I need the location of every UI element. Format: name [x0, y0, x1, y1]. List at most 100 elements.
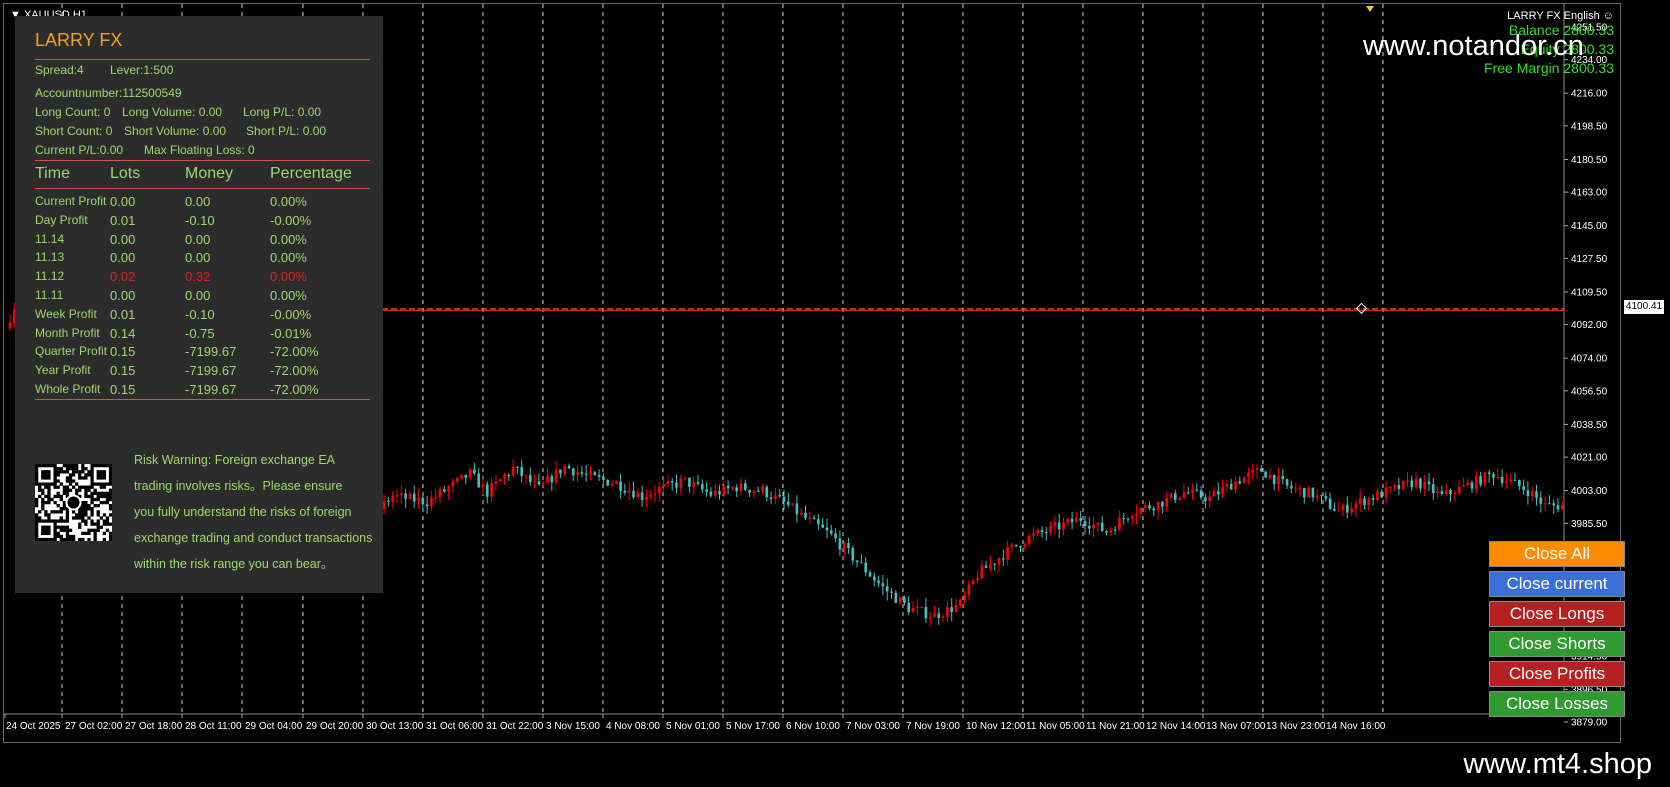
candle-body — [709, 491, 713, 496]
candle-body — [589, 472, 592, 475]
risk-line: you fully understand the risks of foreig… — [134, 505, 352, 519]
table-cell-pct: -0.00% — [270, 306, 312, 322]
candle-body — [567, 465, 571, 469]
candle-body — [941, 616, 945, 619]
candle-body — [1002, 558, 1005, 560]
risk-line: trading involves risks。Please ensure — [134, 479, 343, 493]
candle-body — [1109, 529, 1113, 533]
close-losses-button[interactable]: Close Losses — [1489, 691, 1625, 717]
candle-body — [1371, 497, 1375, 500]
divider — [35, 160, 370, 161]
candle-body — [460, 474, 463, 479]
candle-body — [1199, 490, 1203, 498]
candle-body — [636, 492, 640, 498]
candle-body — [1496, 476, 1500, 478]
table-cell-time: Week Profit — [35, 306, 97, 321]
candle-body — [421, 497, 425, 505]
table-cell-lots: 0.00 — [110, 288, 136, 303]
candle-body — [443, 489, 446, 492]
candle-body — [1049, 525, 1052, 533]
candle-body — [1552, 503, 1555, 506]
candle-body — [1045, 532, 1048, 534]
current-pl-label: Current P/L:0.00 — [35, 143, 124, 157]
table-cell-money: -7199.67 — [185, 344, 237, 360]
candle-body — [1229, 483, 1233, 490]
candle-body — [1333, 508, 1336, 511]
candle-body — [1096, 522, 1100, 525]
candle-body — [1217, 491, 1220, 495]
candle-body — [804, 512, 807, 519]
candle-body — [597, 475, 601, 477]
candle-body — [679, 479, 683, 488]
time-tick-label: 7 Nov 19:00 — [906, 721, 960, 732]
header-money: Money — [185, 165, 234, 182]
table-cell-lots: 0.00 — [110, 194, 136, 209]
candle-body — [541, 482, 545, 485]
candle-body — [868, 572, 872, 577]
candle-body — [1092, 524, 1095, 529]
smiley-icon: ☺ — [1602, 10, 1614, 22]
candle-body — [602, 476, 605, 480]
candle-body — [627, 490, 631, 493]
candle-body — [434, 496, 437, 498]
table-cell-money: -0.75 — [185, 325, 215, 341]
candle-body — [1462, 484, 1465, 487]
close-current-button[interactable]: Close current — [1489, 571, 1625, 597]
candle-body — [1122, 518, 1125, 520]
close-shorts-button[interactable]: Close Shorts — [1489, 631, 1625, 657]
price-tick-label: 4038.50 — [1571, 420, 1608, 431]
time-tick-label: 11 Nov 05:00 — [1026, 721, 1085, 732]
candle-body — [391, 496, 394, 502]
candle-body — [1509, 479, 1512, 482]
candle-body — [1182, 492, 1186, 498]
candle-body — [1500, 476, 1504, 484]
candle-body — [1281, 476, 1285, 480]
table-cell-time: 11.13 — [35, 250, 65, 265]
candle-body — [1561, 505, 1564, 510]
candle-body — [782, 496, 786, 502]
close-all-button[interactable]: Close All — [1489, 541, 1625, 567]
candle-body — [1526, 490, 1530, 497]
candle-body — [1453, 493, 1457, 495]
candle-body — [1328, 498, 1332, 509]
candle-body — [1264, 471, 1267, 478]
candle-body — [1354, 503, 1358, 509]
header-time: Time — [35, 165, 70, 182]
risk-line: within the risk range you can bear。 — [134, 557, 334, 571]
candle-body — [1548, 503, 1551, 505]
candle-body — [1178, 497, 1181, 500]
table-cell-money: 0.32 — [185, 269, 211, 285]
candle-body — [430, 497, 433, 507]
candle-body — [438, 489, 442, 497]
candle-body — [911, 608, 915, 613]
candle-body — [408, 493, 412, 500]
time-tick-label: 13 Nov 07:00 — [1206, 721, 1266, 732]
candle-body — [1010, 544, 1014, 547]
price-tick-label: 4003.00 — [1571, 486, 1608, 497]
candle-body — [666, 481, 670, 484]
candle-body — [735, 487, 738, 492]
short-volume-label: Short Volume: 0.00 — [124, 124, 227, 138]
candle-body — [731, 487, 734, 489]
candle-body — [619, 481, 622, 491]
time-tick-label: 10 Nov 12:00 — [966, 721, 1026, 732]
candle-body — [1006, 546, 1009, 560]
candle-body — [1285, 479, 1289, 486]
candle-body — [473, 469, 476, 474]
table-cell-money: 0.00 — [185, 250, 211, 266]
candle-body — [1277, 476, 1280, 485]
candle-body — [1393, 484, 1396, 487]
candle-body — [1100, 522, 1104, 532]
candle-body — [1186, 492, 1190, 494]
candle-body — [1268, 474, 1272, 478]
candle-body — [791, 503, 794, 505]
close-longs-button[interactable]: Close Longs — [1489, 601, 1625, 627]
candle-body — [520, 467, 523, 477]
candle-body — [425, 504, 429, 507]
candle-body — [683, 477, 687, 480]
price-tick-label: 4216.00 — [1571, 89, 1608, 100]
close-profits-button[interactable]: Close Profits — [1489, 661, 1625, 687]
qr-code-image — [35, 464, 113, 542]
time-tick-label: 3 Nov 15:00 — [546, 721, 600, 732]
account-number-label: Accountnumber:112500549 — [35, 86, 182, 100]
